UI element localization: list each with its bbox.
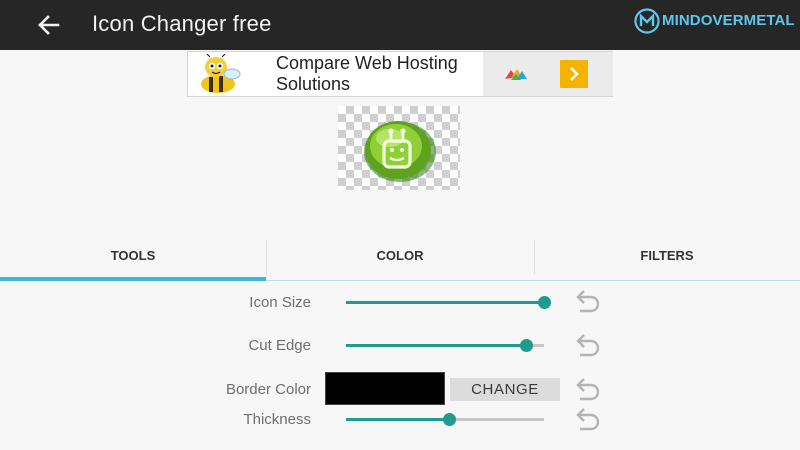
app-toolbar: Icon Changer free MINDOVERMETAL <box>0 0 800 50</box>
thickness-slider[interactable] <box>346 413 544 426</box>
undo-icon[interactable] <box>570 288 604 316</box>
change-color-button[interactable]: CHANGE <box>450 378 560 401</box>
slider-fill <box>346 344 527 347</box>
tab-filters[interactable]: FILTERS <box>534 236 800 280</box>
slider-thumb[interactable] <box>520 339 534 352</box>
app-title: Icon Changer free <box>92 11 272 36</box>
ad-headline: Compare Web Hosting Solutions <box>276 53 458 94</box>
slider-thumb[interactable] <box>538 296 551 309</box>
green-android-app-icon <box>364 121 436 182</box>
ad-banner[interactable]: Compare Web Hosting Solutions <box>187 51 613 97</box>
icon-preview <box>338 106 460 190</box>
icon-changer-screen: Icon Changer free MINDOVERMETAL Compare … <box>0 0 800 450</box>
adchoices-icon[interactable] <box>503 65 529 83</box>
cut-edge-label: Cut Edge <box>248 337 311 354</box>
back-button[interactable] <box>32 8 66 42</box>
tool-tabs: TOOLS COLOR FILTERS <box>0 236 800 280</box>
tab-color[interactable]: COLOR <box>266 236 534 280</box>
chevron-right-icon <box>570 67 579 81</box>
bee-mascot-icon <box>201 54 241 93</box>
ad-go-button[interactable] <box>560 60 588 88</box>
border-color-label: Border Color <box>225 381 311 398</box>
icon-size-slider[interactable] <box>346 296 551 309</box>
ad-actions <box>483 52 613 96</box>
border-color-swatch[interactable] <box>325 372 445 405</box>
slider-fill <box>346 418 449 421</box>
slider-fill <box>346 301 544 304</box>
arrow-left-icon <box>38 15 60 35</box>
icon-size-label: Icon Size <box>249 294 311 311</box>
tab-tools[interactable]: TOOLS <box>0 236 266 280</box>
watermark-text: MINDOVERMETAL <box>662 12 795 29</box>
slider-thumb[interactable] <box>442 413 456 426</box>
undo-icon[interactable] <box>570 406 604 434</box>
mindovermetal-logo-icon <box>634 8 660 34</box>
undo-icon[interactable] <box>570 376 604 404</box>
thickness-label: Thickness <box>243 411 311 428</box>
undo-icon[interactable] <box>570 332 604 360</box>
selected-tab-indicator <box>0 277 266 281</box>
cut-edge-slider[interactable] <box>346 339 544 352</box>
watermark-logo: MINDOVERMETAL <box>634 8 795 34</box>
